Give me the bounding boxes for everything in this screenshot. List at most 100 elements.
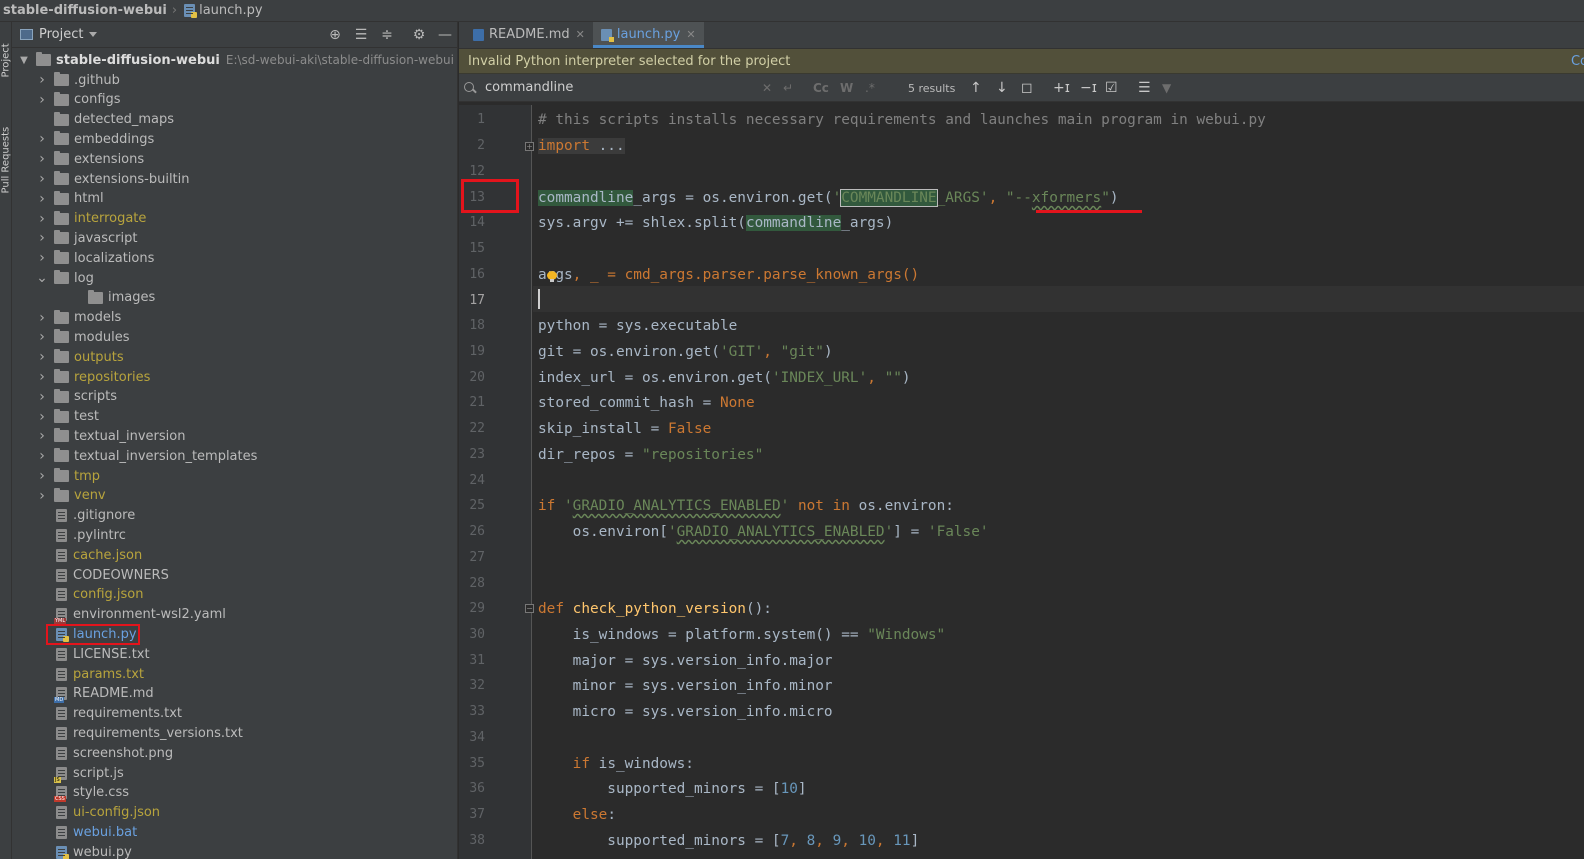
fold-expand-icon[interactable]: + <box>525 142 534 151</box>
tree-file-item[interactable]: script.js <box>12 763 457 783</box>
line-number[interactable]: 37 <box>459 802 485 828</box>
tree-folder-item[interactable]: › embeddings <box>12 129 457 149</box>
tree-folder-item[interactable]: › localizations <box>12 248 457 268</box>
chevron-right-icon[interactable]: › <box>36 191 48 207</box>
line-number[interactable]: 29 <box>459 596 485 622</box>
line-number[interactable]: 38 <box>459 828 485 854</box>
chevron-right-icon[interactable]: › <box>36 468 48 484</box>
line-number[interactable]: 20 <box>459 365 485 391</box>
tree-file-item[interactable]: requirements_versions.txt <box>12 723 457 743</box>
line-number[interactable]: 32 <box>459 673 485 699</box>
tree-file-item[interactable]: LICENSE.txt <box>12 644 457 664</box>
tree-file-item[interactable]: style.css <box>12 783 457 803</box>
tree-folder-item[interactable]: › interrogate <box>12 209 457 229</box>
next-occurrence-icon[interactable]: ↓ <box>996 74 1008 102</box>
tree-folder-item[interactable]: › test <box>12 407 457 427</box>
line-number[interactable]: 2 <box>459 133 485 159</box>
tree-folder-item[interactable]: › configs <box>12 90 457 110</box>
chevron-right-icon[interactable]: › <box>36 171 48 187</box>
chevron-right-icon[interactable]: › <box>36 409 48 425</box>
previous-occurrence-icon[interactable]: ↑ <box>970 74 982 102</box>
tree-folder-item[interactable]: › models <box>12 308 457 328</box>
line-number[interactable]: 19 <box>459 339 485 365</box>
line-number[interactable]: 35 <box>459 751 485 777</box>
lightbulb-icon[interactable] <box>547 271 557 283</box>
line-number-gutter[interactable]: 1 2 12 13 14 15 16 17 18 19 20 21 22 23 24 25 26 27 28 29 30… <box>459 105 534 859</box>
tree-folder-item[interactable]: › modules <box>12 327 457 347</box>
line-number[interactable]: 16 <box>459 262 485 288</box>
chevron-right-icon[interactable]: › <box>36 151 48 167</box>
tree-file-item[interactable]: cache.json <box>12 545 457 565</box>
chevron-right-icon[interactable]: › <box>36 250 48 266</box>
line-number[interactable]: 24 <box>459 468 485 494</box>
chevron-right-icon[interactable]: › <box>36 389 48 405</box>
tree-file-item[interactable]: CODEOWNERS <box>12 565 457 585</box>
select-all-occurrences-icon[interactable]: ☑ <box>1105 74 1118 102</box>
line-number[interactable]: 26 <box>459 519 485 545</box>
chevron-right-icon[interactable]: › <box>36 72 48 88</box>
chevron-right-icon[interactable]: › <box>36 448 48 464</box>
tree-folder-item[interactable]: › venv <box>12 486 457 506</box>
chevron-right-icon[interactable]: › <box>36 131 48 147</box>
chevron-right-icon[interactable]: › <box>36 349 48 365</box>
line-number[interactable]: 15 <box>459 236 485 262</box>
tree-folder-item[interactable]: › tmp <box>12 466 457 486</box>
remove-occurrence-icon[interactable]: −ɪ <box>1080 74 1097 102</box>
open-in-window-icon[interactable]: ◻ <box>1021 74 1033 102</box>
chevron-right-icon[interactable]: › <box>36 230 48 246</box>
tree-folder-item[interactable]: › extensions <box>12 149 457 169</box>
tree-file-item[interactable]: environment-wsl2.yaml <box>12 605 457 625</box>
line-number[interactable]: 28 <box>459 571 485 597</box>
clear-search-icon[interactable]: ✕ <box>762 74 772 102</box>
tree-folder-item[interactable]: ⌄ log <box>12 268 457 288</box>
tree-folder-item[interactable]: detected_maps <box>12 110 457 130</box>
tree-file-item[interactable]: webui.bat <box>12 822 457 842</box>
regex-toggle[interactable]: .* <box>865 74 875 102</box>
new-line-icon[interactable]: ↵ <box>783 74 793 102</box>
tree-folder-item[interactable]: › repositories <box>12 367 457 387</box>
line-number[interactable]: 22 <box>459 416 485 442</box>
tree-file-item[interactable]: webui.py <box>12 842 457 859</box>
add-occurrence-icon[interactable]: +ɪ <box>1053 74 1070 102</box>
fold-collapse-icon[interactable]: − <box>525 604 534 613</box>
chevron-down-icon[interactable]: ⌄ <box>36 270 48 286</box>
locate-icon[interactable]: ⊕ <box>327 27 343 43</box>
tree-file-item[interactable]: config.json <box>12 585 457 605</box>
close-icon[interactable]: ✕ <box>576 28 585 41</box>
whole-words-toggle[interactable]: W <box>840 74 853 102</box>
tree-folder-item[interactable]: › outputs <box>12 347 457 367</box>
chevron-down-icon[interactable]: ▼ <box>18 54 30 66</box>
line-number[interactable]: 34 <box>459 725 485 751</box>
line-number[interactable]: 27 <box>459 545 485 571</box>
line-number[interactable]: 18 <box>459 313 485 339</box>
chevron-right-icon[interactable]: › <box>36 92 48 108</box>
tree-file-item[interactable]: params.txt <box>12 664 457 684</box>
project-view-selector[interactable]: Project <box>39 27 83 42</box>
expand-all-icon[interactable]: ☰ <box>353 27 369 43</box>
tree-folder-item[interactable]: › javascript <box>12 228 457 248</box>
search-input[interactable]: commandline <box>485 80 765 95</box>
breadcrumb-file[interactable]: launch.py <box>182 3 263 18</box>
chevron-down-icon[interactable] <box>89 32 98 37</box>
filter-icon[interactable]: ▼ <box>1162 74 1171 102</box>
chevron-right-icon[interactable]: › <box>36 488 48 504</box>
chevron-right-icon[interactable]: › <box>36 211 48 227</box>
tree-file-item[interactable]: screenshot.png <box>12 743 457 763</box>
chevron-right-icon[interactable]: › <box>36 428 48 444</box>
line-number[interactable]: 31 <box>459 648 485 674</box>
chevron-right-icon[interactable]: › <box>36 329 48 345</box>
collapse-all-icon[interactable]: ≑ <box>379 27 395 43</box>
gear-icon[interactable]: ⚙ <box>411 27 427 43</box>
tree-file-item[interactable]: launch.py <box>12 624 457 646</box>
tree-folder-item[interactable]: › textual_inversion <box>12 426 457 446</box>
tree-folder-item[interactable]: › .github <box>12 70 457 90</box>
line-number[interactable]: 36 <box>459 776 485 802</box>
line-number[interactable]: 17 <box>459 288 485 314</box>
tree-folder-item[interactable]: images <box>12 288 457 308</box>
pull-requests-tool-tab[interactable]: Pull Requests <box>1 114 12 194</box>
line-number[interactable]: 33 <box>459 699 485 725</box>
tree-folder-item[interactable]: › html <box>12 189 457 209</box>
tree-file-item[interactable]: .gitignore <box>12 506 457 526</box>
tree-file-item[interactable]: .pylintrc <box>12 525 457 545</box>
line-number[interactable]: 1 <box>459 107 485 133</box>
